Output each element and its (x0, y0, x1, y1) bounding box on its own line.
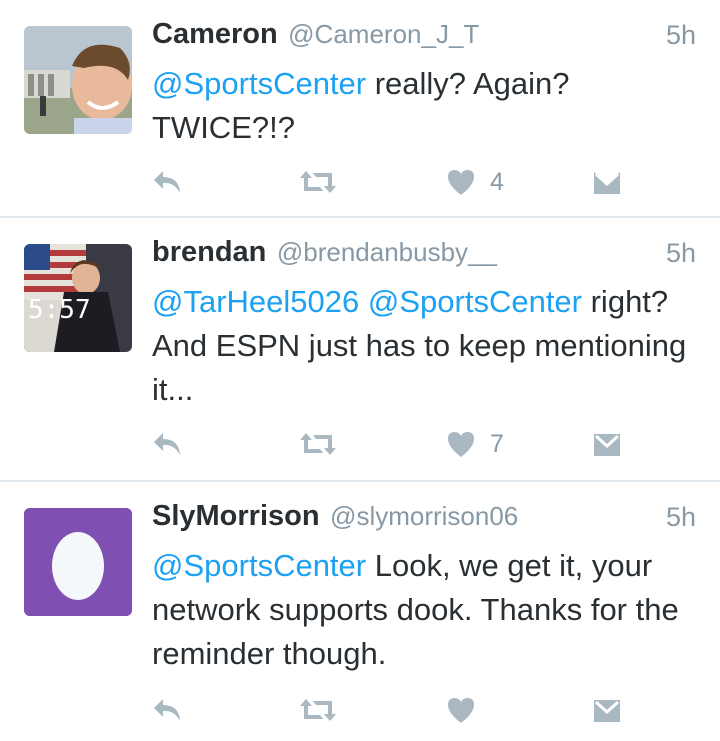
display-name[interactable]: brendan (152, 236, 266, 268)
retweet-icon (300, 171, 336, 193)
direct-message-button[interactable] (592, 424, 622, 464)
tweet-text: @SportsCenter really? Again? TWICE?!? (152, 62, 700, 150)
display-name[interactable]: Cameron (152, 18, 278, 50)
reply-icon (154, 699, 180, 721)
avatar[interactable] (24, 26, 132, 134)
tweet[interactable]: Cameron @Cameron_J_T 5h @SportsCenter re… (0, 0, 720, 216)
like-button[interactable] (446, 690, 490, 730)
direct-message-icon (594, 172, 620, 194)
tweet-header: SlyMorrison @slymorrison06 5h (152, 500, 696, 540)
reply-button[interactable] (152, 162, 182, 202)
tweet[interactable]: 5:57 brendan @brendanbusby__ 5h @TarHeel… (0, 218, 720, 480)
direct-message-button[interactable] (592, 162, 622, 202)
svg-text:5:57: 5:57 (28, 295, 91, 325)
user-handle[interactable]: @Cameron_J_T (288, 19, 479, 49)
retweet-icon (300, 699, 336, 721)
direct-message-icon (594, 700, 620, 722)
heart-icon (448, 170, 474, 195)
tweet-timeline: Cameron @Cameron_J_T 5h @SportsCenter re… (0, 0, 720, 741)
timestamp[interactable]: 5h (666, 238, 696, 269)
heart-icon (448, 698, 474, 723)
tweet-actions (152, 690, 632, 730)
retweet-button[interactable] (298, 690, 338, 730)
user-handle[interactable]: @slymorrison06 (330, 501, 518, 531)
mention-link[interactable]: @SportsCenter (152, 548, 366, 583)
heart-icon (448, 432, 474, 457)
mention-link[interactable]: @TarHeel5026 (152, 284, 359, 319)
reply-icon (154, 433, 180, 455)
retweet-button[interactable] (298, 424, 338, 464)
like-count: 4 (490, 167, 504, 196)
reply-icon (154, 171, 180, 193)
reply-button[interactable] (152, 424, 182, 464)
timestamp[interactable]: 5h (666, 502, 696, 533)
like-button[interactable]: 7 (446, 424, 504, 464)
direct-message-button[interactable] (592, 690, 622, 730)
tweet[interactable]: SlyMorrison @slymorrison06 5h @SportsCen… (0, 482, 720, 741)
mention-link[interactable]: @SportsCenter (152, 66, 366, 101)
reply-button[interactable] (152, 690, 182, 730)
like-button[interactable]: 4 (446, 162, 504, 202)
avatar[interactable]: 5:57 (24, 244, 132, 352)
like-count: 7 (490, 429, 504, 458)
timestamp[interactable]: 5h (666, 20, 696, 51)
retweet-button[interactable] (298, 162, 338, 202)
egg-avatar-icon (24, 508, 132, 616)
tweet-header: brendan @brendanbusby__ 5h (152, 236, 696, 276)
avatar[interactable] (24, 508, 132, 616)
display-name[interactable]: SlyMorrison (152, 500, 320, 532)
tweet-text: @TarHeel5026 @SportsCenter right? And ES… (152, 280, 700, 412)
tweet-text: @SportsCenter Look, we get it, your netw… (152, 544, 700, 676)
mention-link[interactable]: @SportsCenter (368, 284, 582, 319)
tweet-actions: 4 (152, 162, 632, 202)
user-handle[interactable]: @brendanbusby__ (277, 237, 497, 267)
retweet-icon (300, 433, 336, 455)
direct-message-icon (594, 434, 620, 456)
tweet-actions: 7 (152, 424, 632, 464)
tweet-header: Cameron @Cameron_J_T 5h (152, 18, 696, 58)
